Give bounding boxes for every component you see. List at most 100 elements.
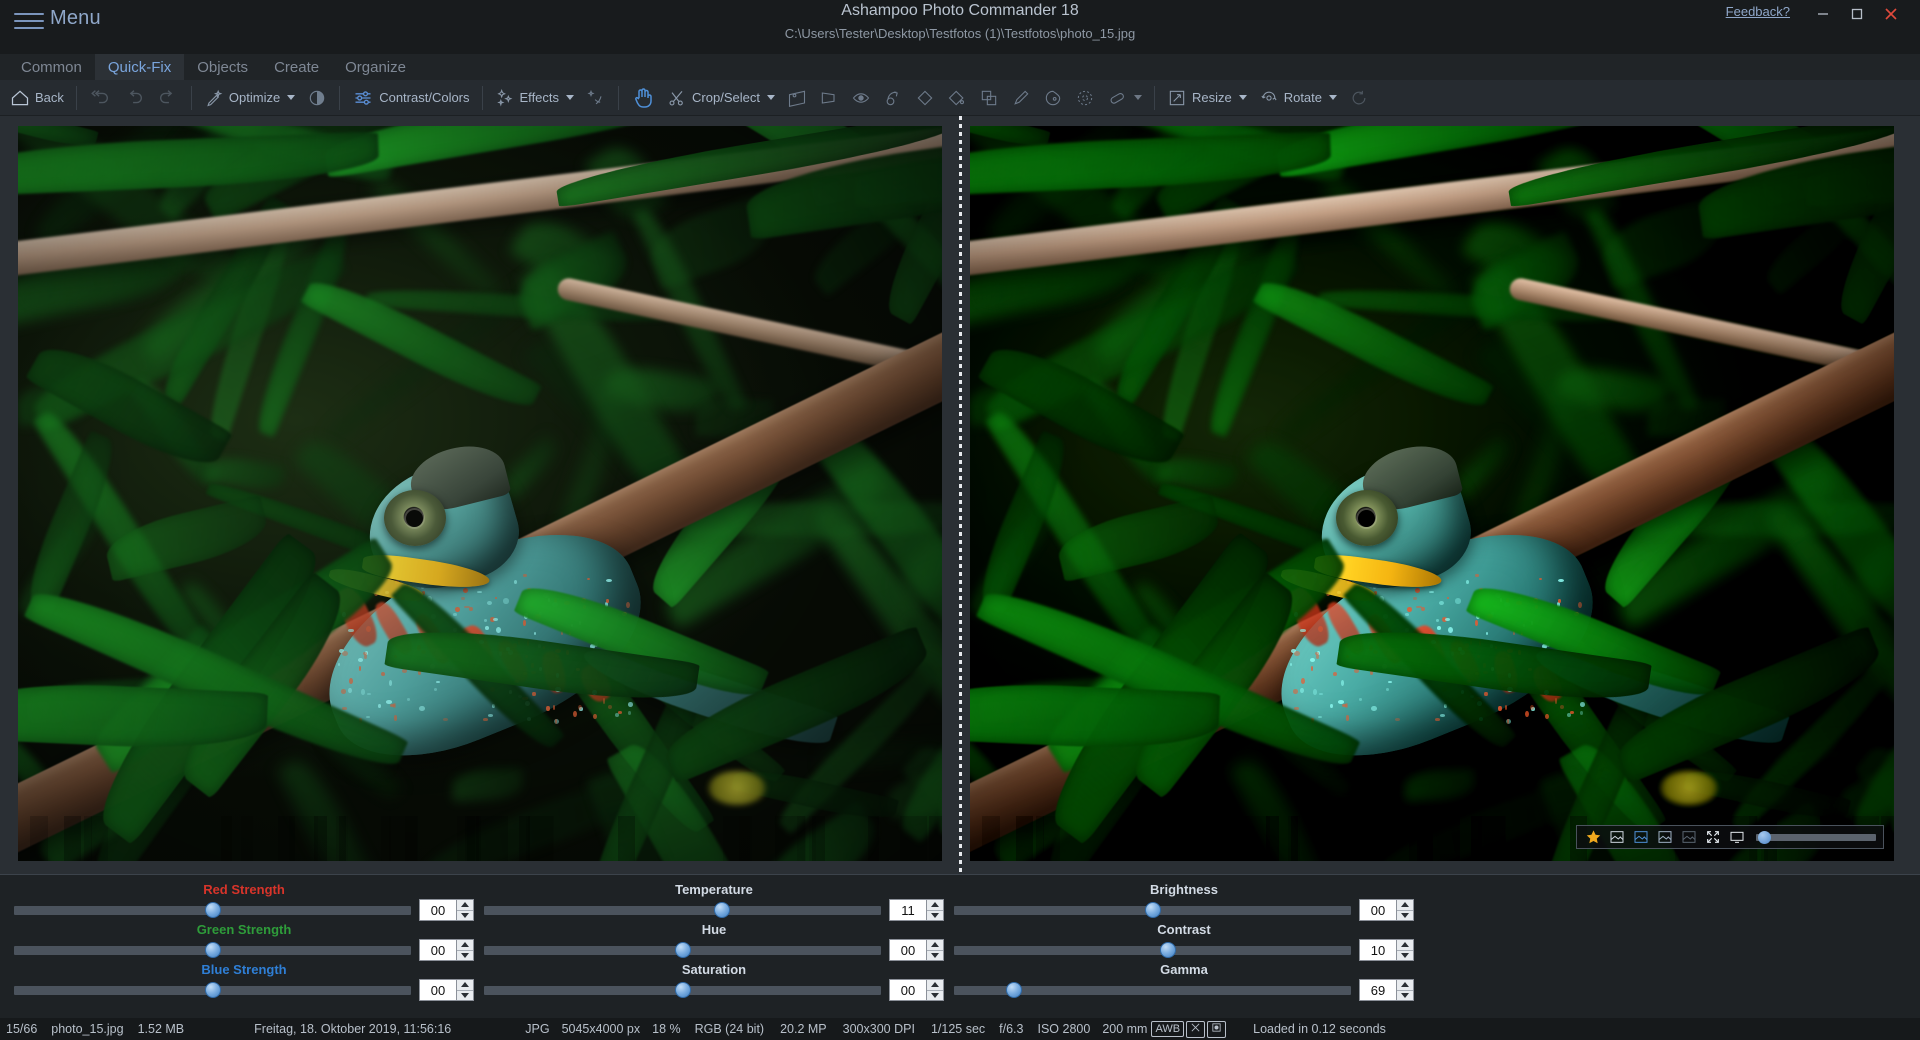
stepper-down-button[interactable] [457,910,473,921]
slider-value[interactable]: 00 [889,979,927,1001]
bw-toggle-button[interactable] [301,82,333,114]
slider-track[interactable] [14,946,411,955]
slider-track[interactable] [14,986,411,995]
pen-tool-button[interactable] [1005,82,1037,114]
slider-handle[interactable] [675,982,691,998]
zoom-slider-handle[interactable] [1758,831,1771,844]
stepper-up-button[interactable] [457,980,473,990]
pan-tool-button[interactable] [625,82,661,114]
perspective-button[interactable] [813,82,845,114]
contrast-colors-button[interactable]: Contrast/Colors [346,82,475,114]
chevron-down-icon[interactable] [767,95,775,100]
back-button[interactable]: Back [4,82,70,114]
preview-image-pane[interactable] [960,116,1920,874]
preview-photo[interactable] [970,126,1894,861]
slider-value[interactable]: 69 [1359,979,1397,1001]
tab-objects[interactable]: Objects [184,54,261,80]
slider-value-stepper[interactable]: 11 [889,899,944,921]
slider-handle[interactable] [1145,902,1161,918]
feedback-link[interactable]: Feedback? [1726,4,1790,19]
slider-track[interactable] [954,986,1351,995]
slider-handle[interactable] [675,942,691,958]
chevron-down-icon[interactable] [287,95,295,100]
slider-value[interactable]: 11 [889,899,927,921]
slider-value-stepper[interactable]: 10 [1359,939,1414,961]
stepper-down-button[interactable] [927,990,943,1001]
slider-handle[interactable] [1006,982,1022,998]
minimize-icon[interactable] [1806,2,1840,26]
stepper-up-button[interactable] [1397,940,1413,950]
stepper-down-button[interactable] [1397,910,1413,921]
stepper-down-button[interactable] [457,950,473,961]
stepper-down-button[interactable] [457,990,473,1001]
stepper-down-button[interactable] [1397,990,1413,1001]
slider-track[interactable] [954,946,1351,955]
chevron-down-icon[interactable] [1134,95,1142,100]
slider-handle[interactable] [1160,942,1176,958]
original-photo[interactable] [18,126,942,861]
slider-value-stepper[interactable]: 00 [889,939,944,961]
slider-value-stepper[interactable]: 00 [419,979,474,1001]
crop-select-button[interactable]: Crop/Select [661,82,781,114]
slider-track[interactable] [484,906,881,915]
maximize-icon[interactable] [1840,2,1874,26]
slider-value[interactable]: 10 [1359,939,1397,961]
slider-handle[interactable] [205,902,221,918]
slider-value[interactable]: 00 [419,979,457,1001]
slider-value-stepper[interactable]: 00 [419,939,474,961]
slider-handle[interactable] [205,982,221,998]
slider-track[interactable] [484,986,881,995]
slider-value-stepper[interactable]: 00 [419,899,474,921]
resize-button[interactable]: Resize [1161,82,1253,114]
slider-value-stepper[interactable]: 69 [1359,979,1414,1001]
zoom-slider[interactable] [1756,834,1876,841]
heal-brush-button[interactable] [1101,82,1148,114]
tab-organize[interactable]: Organize [332,54,419,80]
pane-splitter[interactable] [959,116,962,874]
stepper-down-button[interactable] [1397,950,1413,961]
reset-rotation-button[interactable] [1343,82,1375,114]
eraser-button[interactable] [909,82,941,114]
stepper-down-button[interactable] [927,950,943,961]
tab-quick-fix[interactable]: Quick-Fix [95,54,184,80]
undo-all-button[interactable] [83,82,117,114]
slider-track[interactable] [954,906,1351,915]
fill-bucket-button[interactable] [941,82,973,114]
slider-handle[interactable] [714,902,730,918]
tab-create[interactable]: Create [261,54,332,80]
view-mode-4-icon[interactable] [1680,828,1698,846]
favorite-star-icon[interactable] [1584,828,1602,846]
view-mode-2-icon[interactable] [1632,828,1650,846]
duplicate-layer-button[interactable] [973,82,1005,114]
fullscreen-icon[interactable] [1704,828,1722,846]
clone-stamp-button[interactable] [877,82,909,114]
optimize-button[interactable]: Optimize [198,82,301,114]
stepper-up-button[interactable] [1397,980,1413,990]
stepper-up-button[interactable] [927,900,943,910]
effects-button[interactable]: Effects [489,82,581,114]
rotate-button[interactable]: Rotate [1253,82,1343,114]
slider-value[interactable]: 00 [1359,899,1397,921]
magic-effects-button[interactable] [580,82,612,114]
stepper-down-button[interactable] [927,910,943,921]
slider-value-stepper[interactable]: 00 [889,979,944,1001]
view-mode-1-icon[interactable] [1608,828,1626,846]
slider-value[interactable]: 00 [419,899,457,921]
slider-value-stepper[interactable]: 00 [1359,899,1414,921]
tab-common[interactable]: Common [8,54,95,80]
screen-fit-icon[interactable] [1728,828,1746,846]
straighten-button[interactable] [781,82,813,114]
color-picker-button[interactable] [1037,82,1069,114]
stepper-up-button[interactable] [927,980,943,990]
slider-track[interactable] [484,946,881,955]
stepper-up-button[interactable] [927,940,943,950]
slider-handle[interactable] [205,942,221,958]
view-mode-3-icon[interactable] [1656,828,1674,846]
stepper-up-button[interactable] [1397,900,1413,910]
slider-value[interactable]: 00 [889,939,927,961]
slider-value[interactable]: 00 [419,939,457,961]
red-eye-button[interactable] [845,82,877,114]
blur-brush-button[interactable] [1069,82,1101,114]
stepper-up-button[interactable] [457,900,473,910]
stepper-up-button[interactable] [457,940,473,950]
